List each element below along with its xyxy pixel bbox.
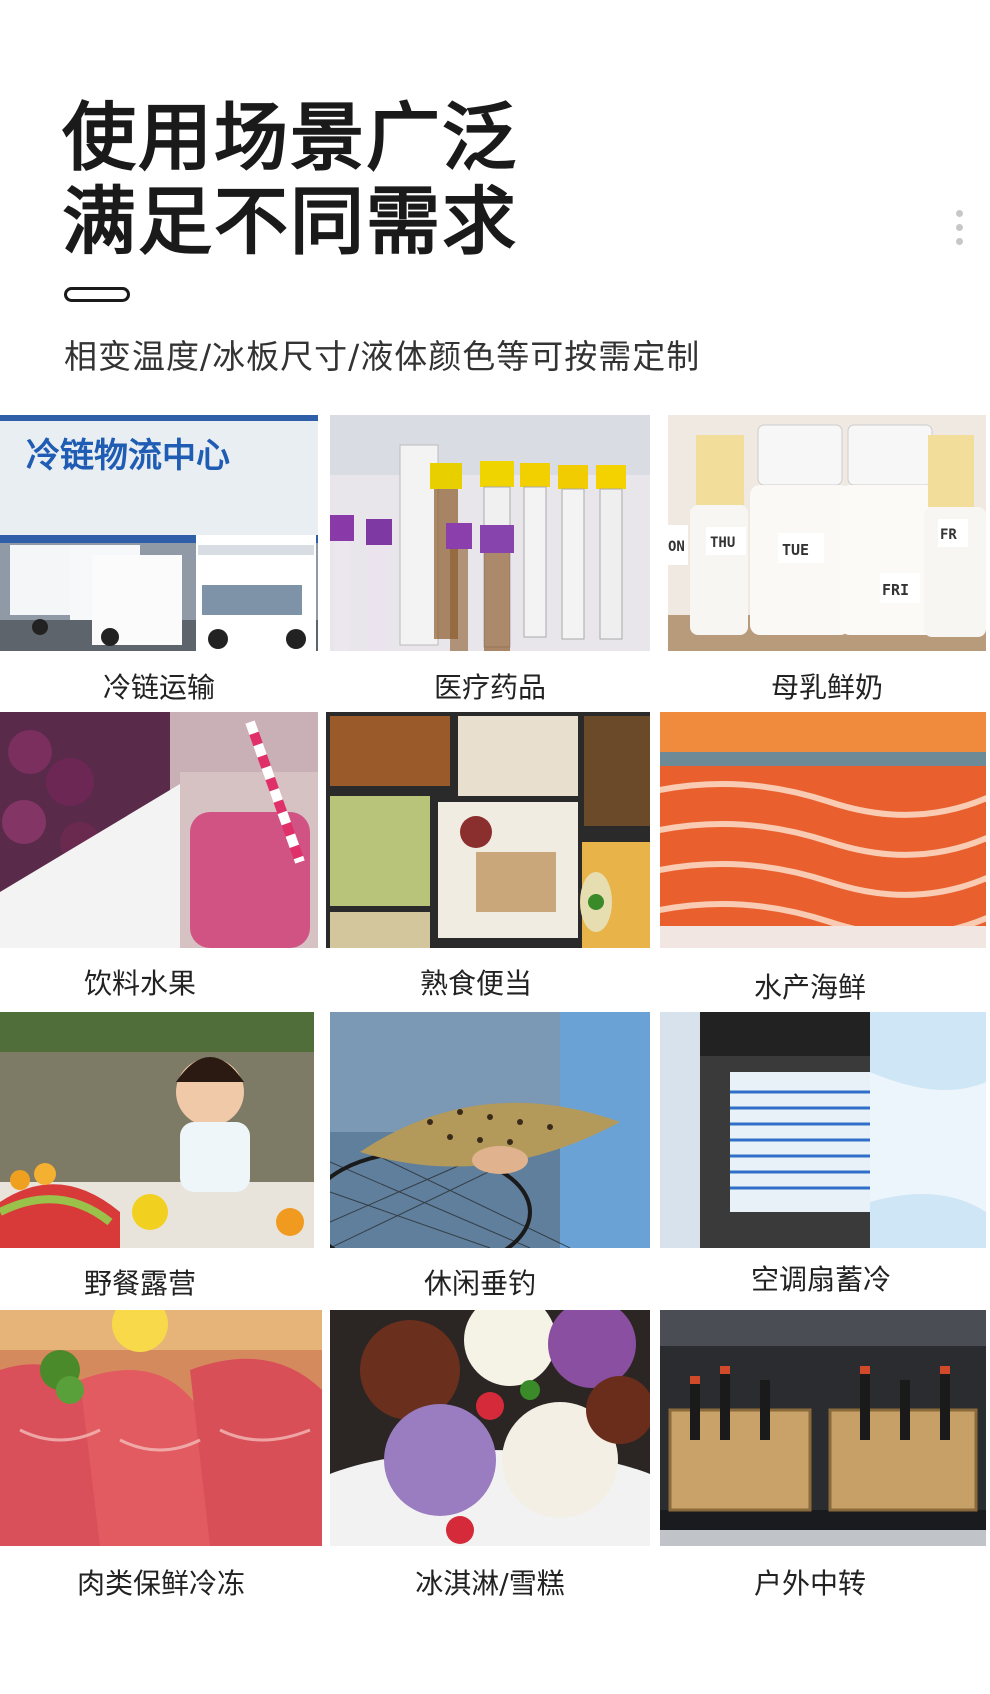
page-title: 使用场景广泛 满足不同需求 — [62, 96, 518, 264]
scenario-label-fishing: 休闲垂钓 — [423, 1267, 536, 1300]
dot-1[interactable] — [956, 210, 963, 217]
scenario-label-seafood: 水产海鲜 — [753, 971, 866, 1004]
dot-2[interactable] — [956, 224, 963, 231]
pagination-dots[interactable] — [956, 210, 964, 252]
decorative-pill-divider — [64, 287, 130, 302]
scenario-label-ice-cream: 冰淇淋/雪糕 — [415, 1567, 565, 1600]
berry-drink-photo — [0, 712, 318, 948]
scenario-label-medical: 医疗药品 — [433, 671, 546, 704]
warehouse-sign: 冷链物流中心 — [26, 436, 230, 476]
salmon-photo — [660, 712, 986, 948]
bento-box-photo — [326, 712, 650, 948]
raw-meat-photo — [0, 1310, 322, 1546]
air-cooler-fan-photo — [660, 1012, 986, 1248]
breast-milk-bottles-photo: ON THU TUE FRI FR — [668, 415, 986, 651]
bottle-tag-tue: TUE — [782, 541, 809, 559]
scenario-label-cold-chain: 冷链运输 — [102, 671, 215, 704]
dot-3[interactable] — [956, 238, 963, 245]
scenario-label-picnic: 野餐露营 — [83, 1267, 196, 1300]
scenario-label-meat: 肉类保鲜冷冻 — [76, 1567, 245, 1600]
car-trunk-wine-photo — [660, 1310, 986, 1546]
fishing-trout-photo — [330, 1012, 650, 1248]
bottle-tag-on: ON — [668, 539, 685, 555]
bottle-tag-thu: THU — [710, 535, 735, 551]
bottle-tag-fr: FR — [940, 527, 957, 543]
scenario-label-outdoor: 户外中转 — [753, 1567, 866, 1600]
medical-test-tubes-photo — [330, 415, 650, 651]
cold-chain-trucks-photo: 冷链物流中心 — [0, 415, 318, 651]
ice-cream-photo — [330, 1310, 650, 1546]
bottle-tag-fri: FRI — [882, 581, 909, 599]
picnic-baby-photo — [0, 1012, 314, 1248]
scenario-label-bento: 熟食便当 — [419, 967, 532, 1000]
title-line-1: 使用场景广泛 — [62, 95, 518, 181]
scenario-label-drinks: 饮料水果 — [83, 967, 196, 1000]
page-subtitle: 相变温度/冰板尺寸/液体颜色等可按需定制 — [64, 337, 701, 376]
scenario-label-air-cooler: 空调扇蓄冷 — [750, 1263, 891, 1296]
title-line-2: 满足不同需求 — [62, 179, 518, 265]
scenario-label-milk: 母乳鲜奶 — [770, 671, 883, 704]
